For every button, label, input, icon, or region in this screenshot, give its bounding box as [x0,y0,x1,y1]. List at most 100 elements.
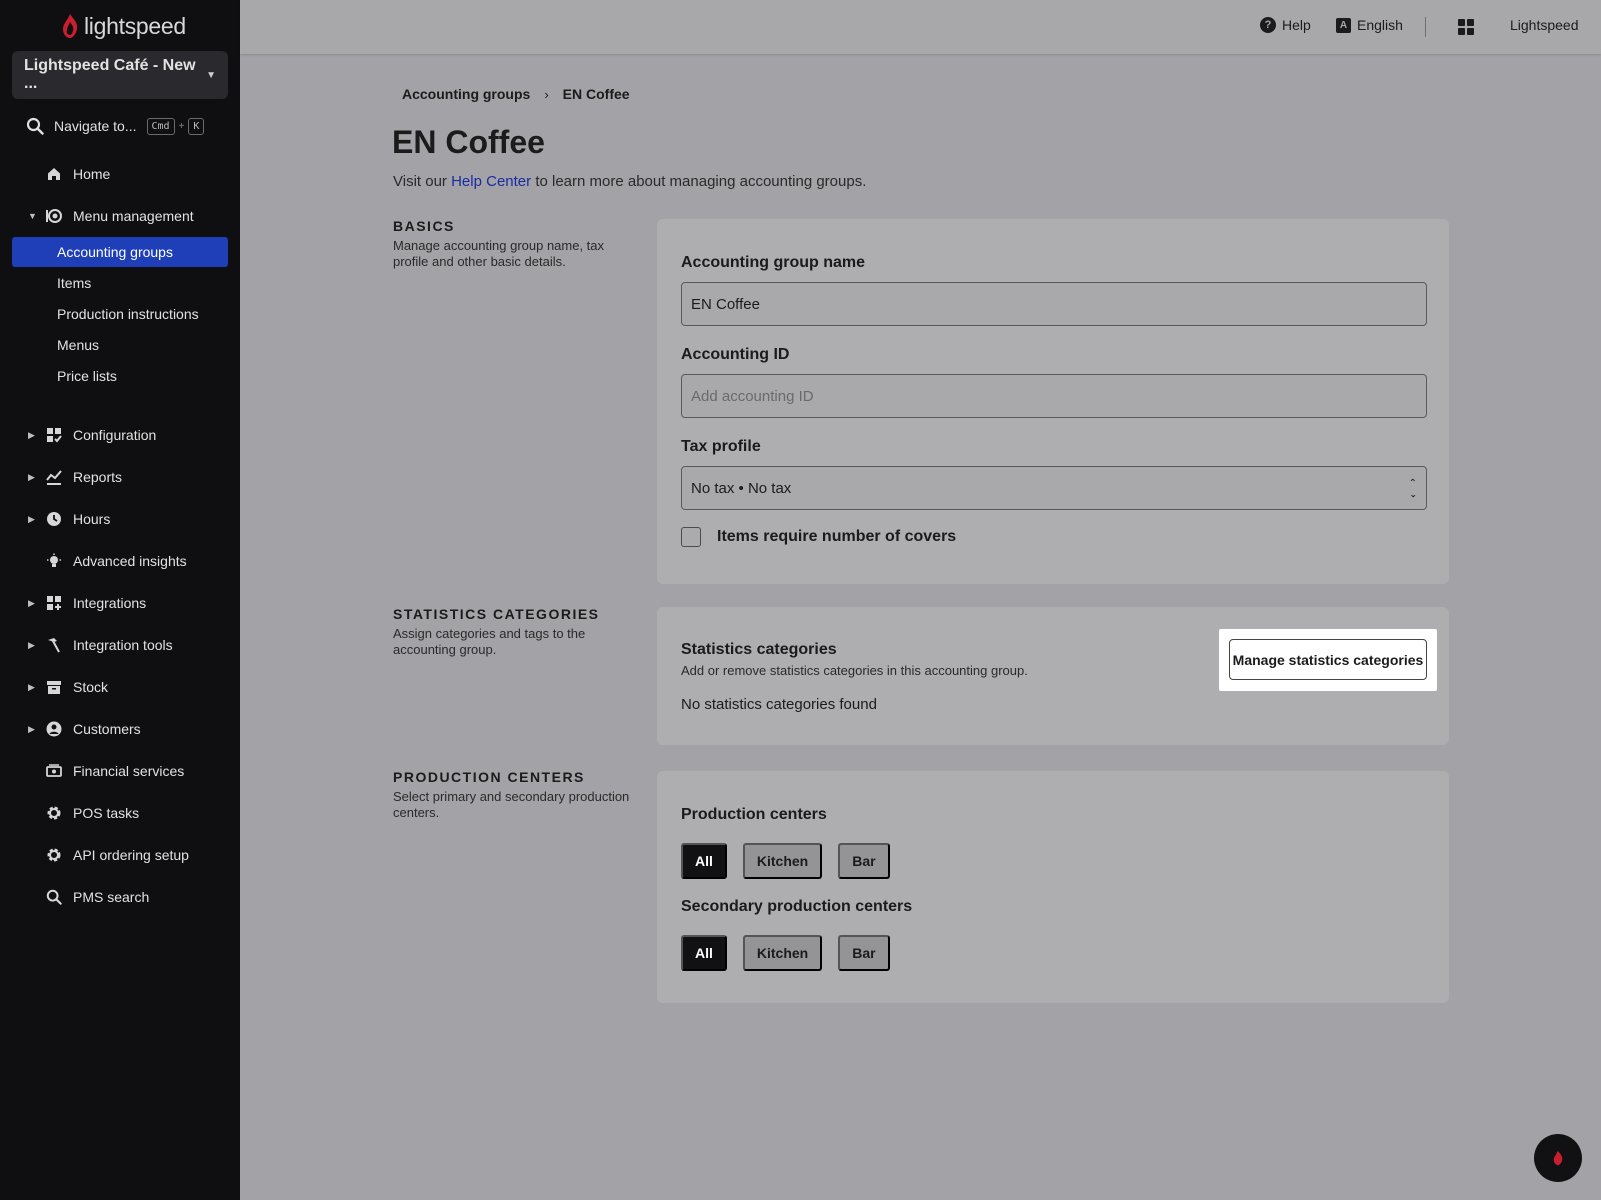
caret-right-icon: ▶ [28,597,35,608]
sidebar-item-configuration[interactable]: ▶ Configuration [0,421,240,449]
gear-icon [45,846,63,864]
sidebar-subitem-production-instructions[interactable]: Production instructions [12,299,228,329]
production-centers-label: Production centers [681,806,827,823]
shortcut-plus: + [178,120,185,132]
caret-right-icon: ▶ [28,429,35,440]
navigate-search[interactable]: Navigate to... Cmd + K [26,114,205,138]
sidebar-item-label: Financial services [73,763,185,779]
section-description: Manage accounting group name, tax profil… [393,238,605,269]
search-icon [45,888,63,906]
production-centers-options: All Kitchen Bar [681,843,890,879]
sidebar-item-label: Hours [73,511,111,527]
customer-icon [45,720,63,738]
input-value: EN Coffee [691,295,760,313]
sidebar-item-label: Reports [73,469,123,485]
integrations-icon [45,594,63,612]
accounting-group-name-label: Accounting group name [681,254,865,271]
gear-icon [45,804,63,822]
sidebar-subitem-menus[interactable]: Menus [12,330,228,360]
statistics-card: Statistics categories Add or remove stat… [657,607,1449,745]
tax-profile-select[interactable]: No tax • No tax ⌃ ⌃ [681,466,1427,510]
production-center-all[interactable]: All [681,843,727,879]
sidebar-item-integrations[interactable]: ▶ Integrations [0,589,240,617]
sidebar-item-hours[interactable]: ▶ Hours [0,505,240,533]
production-center-bar[interactable]: Bar [838,843,890,879]
help-icon: ? [1260,17,1276,33]
sidebar: lightspeed Lightspeed Café - New ... ▼ N… [0,0,240,1200]
secondary-center-kitchen[interactable]: Kitchen [742,935,823,971]
page-title: EN Coffee [392,124,545,160]
section-description: Select primary and secondary production … [393,789,630,820]
section-heading: BASICS [393,218,455,234]
sidebar-item-advanced-insights[interactable]: Advanced insights [0,547,240,575]
caret-right-icon: ▶ [28,681,35,692]
accounting-id-input[interactable]: Add accounting ID [681,374,1427,418]
sidebar-subitem-items[interactable]: Items [12,268,228,298]
navigate-label: Navigate to... [54,118,137,134]
input-placeholder: Add accounting ID [691,387,814,405]
sidebar-item-financial-services[interactable]: Financial services [0,757,240,785]
tax-profile-label: Tax profile [681,438,761,455]
sidebar-item-integration-tools[interactable]: ▶ Integration tools [0,631,240,659]
caret-right-icon: ▶ [28,513,35,524]
help-label: Help [1282,17,1311,33]
caret-right-icon: ▶ [28,723,35,734]
help-link[interactable]: ? Help [1260,17,1311,33]
help-center-link[interactable]: Help Center [451,173,531,190]
basics-section-header: BASICS Manage accounting group name, tax… [393,218,633,270]
sidebar-subitem-label: Menus [57,337,100,353]
manage-statistics-categories-button[interactable]: Manage statistics categories [1229,639,1427,680]
caret-right-icon: ▶ [28,471,35,482]
section-description: Assign categories and tags to the accoun… [393,626,586,657]
intro-suffix: to learn more about managing accounting … [535,173,867,190]
covers-checkbox[interactable] [681,527,701,547]
production-center-kitchen[interactable]: Kitchen [742,843,823,879]
sidebar-item-customers[interactable]: ▶ Customers [0,715,240,743]
account-label: Lightspeed [1510,17,1579,33]
secondary-center-all[interactable]: All [681,935,727,971]
sidebar-subitem-label: Accounting groups [57,244,173,260]
sidebar-item-label: POS tasks [73,805,140,821]
secondary-production-centers-options: All Kitchen Bar [681,935,890,971]
sidebar-item-api-ordering-setup[interactable]: API ordering setup [0,841,240,869]
page-intro: Visit our Help Center to learn more abou… [393,173,866,190]
basics-card: Accounting group name EN Coffee Accounti… [657,219,1449,584]
breadcrumb: Accounting groups › EN Coffee [402,86,630,102]
configuration-icon [45,426,63,444]
lightspeed-logo[interactable]: lightspeed [60,12,186,40]
shortcut-key-cmd: Cmd [146,117,175,135]
sidebar-item-label: Integration tools [73,637,173,653]
select-value: No tax • No tax [691,479,792,497]
manage-button-highlight: Manage statistics categories [1219,629,1437,691]
covers-checkbox-row[interactable]: Items require number of covers [681,527,956,547]
apps-grid-icon[interactable] [1458,19,1474,35]
sidebar-item-menu-management[interactable]: ▼ Menu management [0,202,240,230]
menu-management-icon [45,207,63,225]
sidebar-subitem-accounting-groups[interactable]: Accounting groups [12,237,228,267]
sidebar-item-home[interactable]: Home [0,160,240,188]
secondary-center-bar[interactable]: Bar [838,935,890,971]
account-menu[interactable]: Lightspeed [1510,17,1579,33]
production-section-header: PRODUCTION CENTERS Select primary and se… [393,769,633,821]
chat-launcher-button[interactable] [1534,1134,1582,1182]
sidebar-item-reports[interactable]: ▶ Reports [0,463,240,491]
store-selector[interactable]: Lightspeed Café - New ... ▼ [12,51,228,99]
sidebar-item-pms-search[interactable]: PMS search [0,883,240,911]
lightbulb-icon [45,552,63,570]
language-icon: A [1336,17,1351,33]
accounting-id-label: Accounting ID [681,346,790,363]
breadcrumb-parent[interactable]: Accounting groups [402,86,530,102]
logo-text: lightspeed [84,12,186,39]
sidebar-item-label: Integrations [73,595,147,611]
statistics-section-header: STATISTICS CATEGORIES Assign categories … [393,606,633,658]
sidebar-item-label: Advanced insights [73,553,187,569]
sidebar-item-stock[interactable]: ▶ Stock [0,673,240,701]
accounting-group-name-input[interactable]: EN Coffee [681,282,1427,326]
sidebar-item-label: Customers [73,721,141,737]
language-selector[interactable]: A English [1336,17,1403,33]
breadcrumb-current: EN Coffee [562,86,630,102]
sidebar-item-pos-tasks[interactable]: POS tasks [0,799,240,827]
sidebar-subitem-price-lists[interactable]: Price lists [12,361,228,391]
secondary-production-centers-label: Secondary production centers [681,898,913,915]
stock-icon [45,678,63,696]
